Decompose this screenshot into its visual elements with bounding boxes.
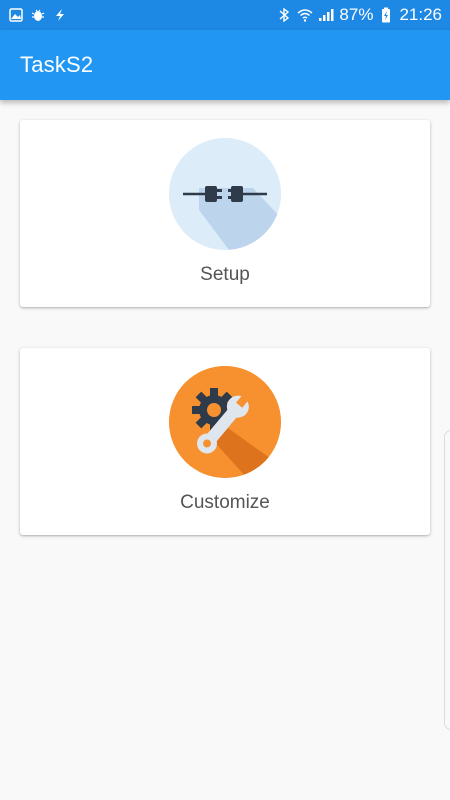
customize-label: Customize xyxy=(180,492,270,513)
edge-panel-handle[interactable] xyxy=(444,430,450,730)
battery-percent: 87% xyxy=(339,5,374,24)
setup-label: Setup xyxy=(200,264,250,285)
app-bar: TaskS2 xyxy=(0,30,450,100)
status-right: 87% 21:26 xyxy=(276,5,442,25)
status-left xyxy=(8,7,68,23)
customize-card[interactable]: Customize xyxy=(20,348,430,535)
plug-icon xyxy=(169,138,281,250)
gallery-icon xyxy=(8,7,24,23)
signal-icon xyxy=(318,7,334,23)
bluetooth-icon xyxy=(276,7,292,23)
wrench-gear-icon xyxy=(169,366,281,478)
app-title: TaskS2 xyxy=(20,52,94,77)
clock: 21:26 xyxy=(399,5,442,24)
flash-icon xyxy=(52,7,68,23)
wifi-icon xyxy=(297,7,313,23)
status-bar: 87% 21:26 xyxy=(0,0,450,30)
battery-charging-icon xyxy=(378,7,394,23)
bug-icon xyxy=(30,7,46,23)
setup-card[interactable]: Setup xyxy=(20,120,430,307)
